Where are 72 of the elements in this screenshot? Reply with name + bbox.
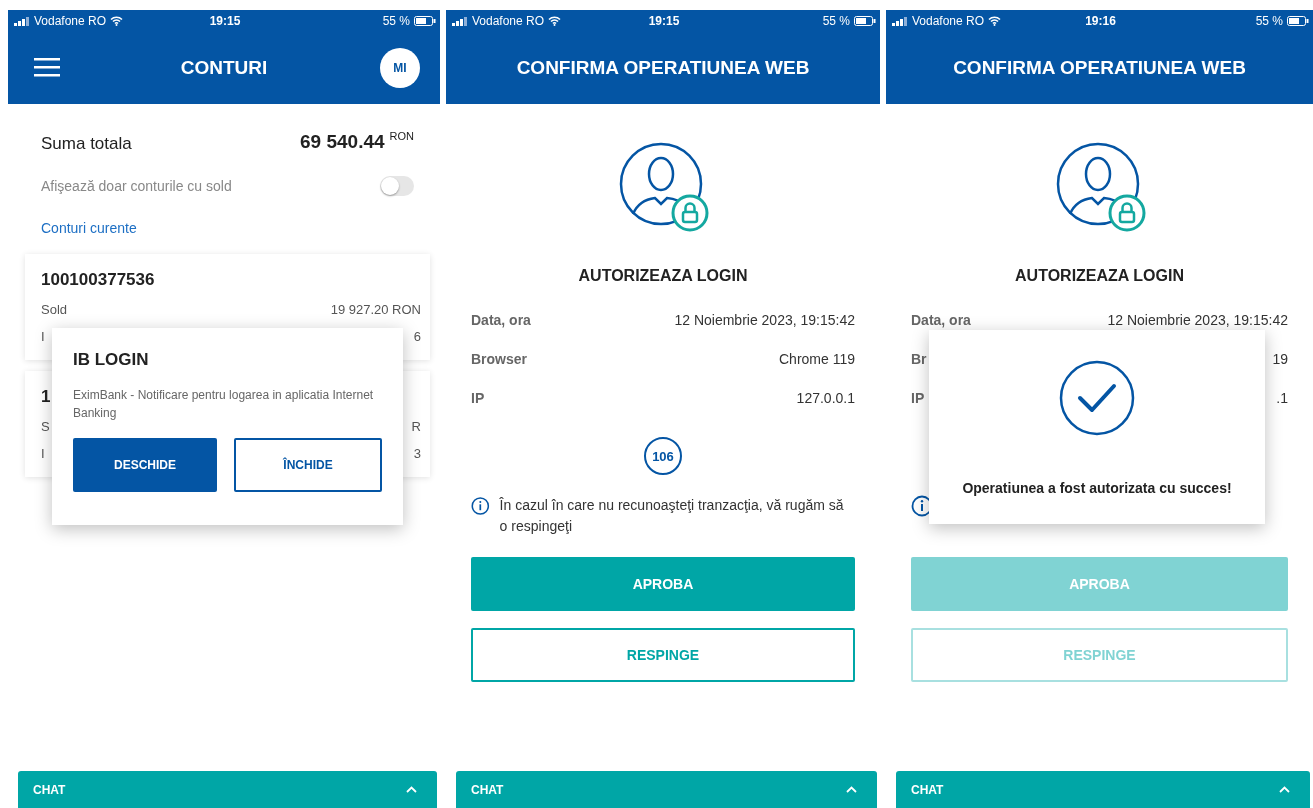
status-time: 19:15 bbox=[648, 14, 680, 28]
chat-bar[interactable]: CHAT bbox=[896, 771, 1310, 808]
toggle-switch[interactable] bbox=[380, 176, 414, 196]
wifi-icon bbox=[548, 16, 562, 26]
chevron-up-icon bbox=[1279, 786, 1290, 793]
info-icon bbox=[471, 495, 490, 517]
detail-value: Chrome 119 bbox=[779, 350, 855, 367]
account-field-label: S bbox=[41, 419, 50, 434]
chevron-up-icon bbox=[846, 786, 857, 793]
chat-label: CHAT bbox=[911, 782, 944, 797]
dialog-button[interactable]: DESCHIDE bbox=[73, 438, 217, 492]
account-field-value: 19 927.20 RON bbox=[330, 302, 421, 317]
detail-value: 12 Noiembrie 2023, 19:15:42 bbox=[1107, 311, 1288, 328]
menu-icon[interactable] bbox=[34, 57, 60, 77]
battery-icon bbox=[854, 16, 876, 26]
reject-button[interactable]: RESPINGE bbox=[471, 628, 855, 682]
avatar-initials[interactable]: MI bbox=[380, 48, 420, 88]
screen-title: CONTURI bbox=[180, 57, 268, 79]
detail-label: Br bbox=[911, 350, 927, 367]
account-field-value: R bbox=[411, 419, 421, 434]
detail-label: Data, ora bbox=[471, 311, 531, 328]
chevron-up-icon bbox=[406, 786, 417, 793]
account-field-label: Sold bbox=[41, 302, 68, 317]
dialog-button[interactable]: ÎNCHIDE bbox=[234, 438, 382, 492]
carrier-name: Vodafone RO bbox=[472, 14, 545, 28]
account-field-value: 3 bbox=[413, 446, 421, 461]
chat-bar[interactable]: CHAT bbox=[18, 771, 437, 808]
checkmark-icon bbox=[1059, 360, 1135, 436]
section-heading: AUTORIZEAZA LOGIN bbox=[578, 267, 748, 285]
battery-icon bbox=[1287, 16, 1309, 26]
account-number: 100100377536 bbox=[41, 270, 155, 290]
chat-label: CHAT bbox=[33, 782, 66, 797]
countdown-timer: 106 bbox=[644, 437, 682, 475]
battery-percent: 55 % bbox=[1255, 14, 1283, 28]
battery-icon bbox=[414, 16, 436, 26]
total-label: Suma totala bbox=[41, 134, 133, 154]
status-time: 19:15 bbox=[209, 14, 241, 28]
detail-label: IP bbox=[911, 389, 925, 406]
total-amount: 69 540.44 bbox=[300, 131, 385, 153]
detail-value: 127.0.0.1 bbox=[796, 389, 855, 406]
chat-label: CHAT bbox=[471, 782, 504, 797]
wifi-icon bbox=[988, 16, 1002, 26]
signal-icon bbox=[14, 16, 30, 26]
detail-label: Browser bbox=[471, 350, 528, 367]
filter-label: Afişează doar conturile cu sold bbox=[41, 178, 232, 194]
success-message: Operatiunea a fost autorizata cu succes! bbox=[962, 480, 1232, 496]
section-link[interactable]: Conturi curente bbox=[41, 220, 137, 236]
wifi-icon bbox=[110, 16, 124, 26]
detail-value: 19 bbox=[1272, 350, 1288, 367]
signal-icon bbox=[892, 16, 908, 26]
section-heading: AUTORIZEAZA LOGIN bbox=[1015, 267, 1184, 285]
account-field-label: I bbox=[41, 446, 45, 461]
signal-icon bbox=[452, 16, 468, 26]
approve-button[interactable]: APROBA bbox=[471, 557, 855, 611]
account-field-value: 6 bbox=[413, 329, 421, 344]
screen-title: CONFIRMA OPERATIUNEA WEB bbox=[516, 57, 810, 79]
detail-value: .1 bbox=[1276, 389, 1288, 406]
notice-text: În cazul în care nu recunoaşteţi tranzacţia, vă rugăm să o respingeţi bbox=[499, 496, 845, 536]
battery-percent: 55 % bbox=[382, 14, 410, 28]
currency-label: RON bbox=[389, 130, 414, 142]
status-time: 19:16 bbox=[1085, 14, 1116, 28]
account-number: 1 bbox=[41, 387, 51, 407]
carrier-name: Vodafone RO bbox=[34, 14, 107, 28]
screen-title: CONFIRMA OPERATIUNEA WEB bbox=[953, 57, 1246, 79]
battery-percent: 55 % bbox=[822, 14, 850, 28]
detail-label: IP bbox=[471, 389, 485, 406]
carrier-name: Vodafone RO bbox=[912, 14, 985, 28]
dialog-message: EximBank - Notificare pentru logarea in aplicatia Internet Banking bbox=[73, 387, 375, 422]
chat-bar[interactable]: CHAT bbox=[456, 771, 877, 808]
detail-label: Data, ora bbox=[911, 311, 971, 328]
account-field-label: I bbox=[41, 329, 45, 344]
detail-value: 12 Noiembrie 2023, 19:15:42 bbox=[674, 311, 855, 328]
